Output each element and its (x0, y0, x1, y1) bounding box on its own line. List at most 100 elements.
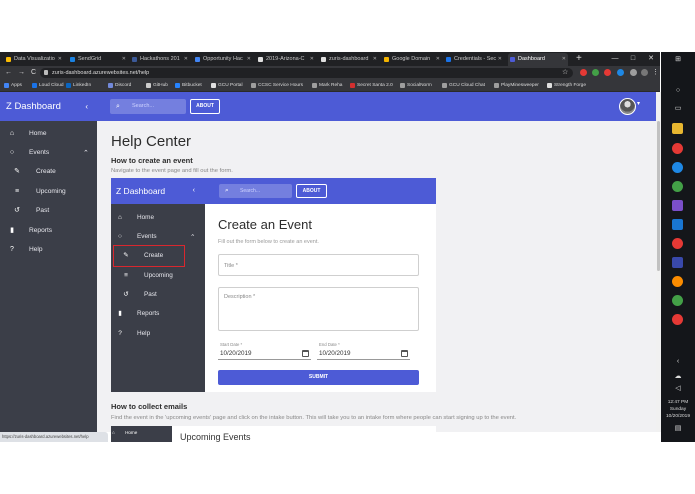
sidebar-item-events[interactable]: ○ Events ⌃ (0, 143, 97, 162)
tab-close-icon[interactable]: ✕ (184, 53, 188, 66)
browser-tab[interactable]: SendGrid ✕ (68, 53, 128, 66)
extension-icon-4[interactable] (617, 69, 624, 76)
bookmark-favicon-icon (146, 83, 151, 88)
collapse-sidebar-icon[interactable]: ‹ (85, 92, 88, 121)
home-icon: ⌂ (9, 130, 15, 137)
tab-close-icon[interactable]: ✕ (436, 53, 440, 66)
tab-close-icon[interactable]: ✕ (247, 53, 251, 66)
app-icon-7[interactable] (672, 257, 683, 268)
back-arrow-icon[interactable]: ← (5, 66, 12, 80)
tab-close-icon[interactable]: ✕ (498, 53, 502, 66)
windows-start-icon[interactable]: ⊞ (668, 55, 688, 63)
bookmark-favicon-icon (251, 83, 256, 88)
extension-icon-3[interactable] (604, 69, 611, 76)
bookmark-item[interactable]: Loud Cloud (32, 80, 64, 92)
bookmark-item[interactable]: GCU Cloud Chat (442, 80, 485, 92)
profile-icon[interactable] (641, 69, 648, 76)
tab-close-icon[interactable]: ✕ (58, 53, 62, 66)
end-calendar-icon (401, 350, 408, 357)
bookmark-label: Secret Santa 2.0 (357, 83, 393, 88)
browser-tab[interactable]: Credentials - Sec ✕ (444, 53, 504, 66)
bookmark-item[interactable]: CCSC Service Hours (251, 80, 303, 92)
new-tab-button[interactable]: + (576, 52, 582, 66)
status-bar-url: https://zuris-dashboard.azurewebsites.ne… (0, 432, 108, 442)
app-icon-10[interactable] (672, 314, 683, 325)
sidebar-item-help[interactable]: ? Help (0, 240, 97, 259)
sidebar-item-create[interactable]: ✎ Create (0, 162, 97, 181)
browser-tab[interactable]: Data Visualizatio ✕ (4, 53, 64, 66)
sidebar-item-past[interactable]: ↺ Past (0, 201, 97, 220)
extension-icon-2[interactable] (592, 69, 599, 76)
sidebar-item-upcoming[interactable]: ≡ Upcoming (0, 182, 97, 201)
bookmark-item[interactable]: Strength Forge (547, 80, 586, 92)
bookmark-item[interactable]: GitHub (146, 80, 168, 92)
close-window-button[interactable]: ✕ (642, 52, 660, 66)
bookmark-item[interactable]: Mark Reha (312, 80, 342, 92)
app-icon-9[interactable] (672, 295, 683, 306)
bookmark-item[interactable]: SocialNorm (400, 80, 432, 92)
visual-studio-icon[interactable] (672, 200, 683, 211)
avatar-dropdown-icon[interactable]: ▾ (637, 100, 640, 107)
section-heading-collect-emails: How to collect emails (111, 402, 188, 411)
maximize-button[interactable]: □ (624, 52, 642, 66)
search-input[interactable]: ⌕ Search... (110, 99, 186, 114)
extension-icon-5[interactable] (630, 69, 637, 76)
browser-menu-icon[interactable]: ⋮ (652, 66, 659, 80)
sidebar-item-reports[interactable]: ▮ Reports (0, 221, 97, 240)
app-icon-2[interactable] (672, 162, 683, 173)
tutorial-search-input: ⌕ Search... (219, 184, 292, 198)
bookmark-item[interactable]: GCU Portal (211, 80, 243, 92)
tab-favicon-icon (6, 57, 11, 62)
tab-close-icon[interactable]: ✕ (310, 53, 314, 66)
notification-icon[interactable]: ▤ (668, 424, 688, 432)
tray-chevron-icon[interactable]: ‹ (668, 358, 688, 365)
volume-icon[interactable]: ◁ (668, 384, 688, 392)
tutorial-home-icon: ⌂ (118, 214, 122, 221)
file-explorer-icon[interactable] (672, 123, 683, 134)
tab-close-icon[interactable]: ✕ (373, 53, 377, 66)
browser-tab[interactable]: Dashboard ✕ (508, 53, 568, 66)
tab-close-icon[interactable]: ✕ (562, 53, 566, 66)
sidebar-header: Z Dashboard ‹ (0, 92, 97, 121)
bookmark-label: SocialNorm (407, 83, 432, 88)
bookmark-item[interactable]: Discord (108, 80, 131, 92)
events-circle-icon: ○ (9, 149, 15, 156)
browser-tab[interactable]: Google Domain ✕ (382, 53, 442, 66)
app-icon-8[interactable] (672, 276, 683, 287)
sidebar-item-home[interactable]: ⌂ Home (0, 124, 97, 143)
user-avatar[interactable] (619, 98, 636, 115)
bookmark-item[interactable]: Bitbucket (175, 80, 202, 92)
browser-tab[interactable]: 2019-Arizona-C ✕ (256, 53, 316, 66)
tutorial-sidebar-header: Z Dashboard ‹ (111, 178, 205, 204)
minimize-button[interactable]: — (606, 52, 624, 66)
clock-time[interactable]: 12:47 PM (661, 400, 695, 406)
vscode-icon[interactable] (672, 219, 683, 230)
tutorial-bar-chart-icon: ▮ (118, 310, 122, 317)
address-bar[interactable]: zuris-dashboard.azurewebsites.net/help (40, 68, 573, 78)
forward-arrow-icon[interactable]: → (18, 66, 25, 80)
bar-chart-icon: ▮ (10, 227, 14, 234)
tab-close-icon[interactable]: ✕ (122, 53, 126, 66)
extension-icon-1[interactable] (580, 69, 587, 76)
bookmark-item[interactable]: Secret Santa 2.0 (350, 80, 393, 92)
chrome-taskbar-icon[interactable] (672, 143, 683, 154)
bookmark-star-icon[interactable]: ☆ (562, 66, 568, 80)
page-scrollbar-thumb[interactable] (657, 121, 660, 271)
reload-icon[interactable]: C (31, 66, 36, 80)
about-button[interactable]: ABOUT (190, 99, 220, 114)
cortana-icon[interactable]: ○ (668, 87, 688, 94)
expand-collapse-icon[interactable]: ⌃ (83, 144, 89, 163)
browser-tab[interactable]: Hackathons 201 ✕ (130, 53, 190, 66)
browser-tab[interactable]: zuris-dashboard ✕ (319, 53, 379, 66)
app-icon-6[interactable] (672, 238, 683, 249)
bookmark-item[interactable]: LinkedIn (66, 80, 91, 92)
browser-tab[interactable]: Opportunity Hac ✕ (193, 53, 253, 66)
bookmark-item[interactable]: Apps (4, 80, 22, 92)
task-view-icon[interactable]: ▭ (668, 104, 688, 112)
sidebar-item-label: Home (29, 130, 47, 137)
app-icon-3[interactable] (672, 181, 683, 192)
network-icon[interactable]: ☁ (668, 372, 688, 380)
tab-favicon-icon (446, 57, 451, 62)
bookmark-item[interactable]: PlayMinesweeper (494, 80, 539, 92)
search-icon: ⌕ (116, 103, 120, 110)
